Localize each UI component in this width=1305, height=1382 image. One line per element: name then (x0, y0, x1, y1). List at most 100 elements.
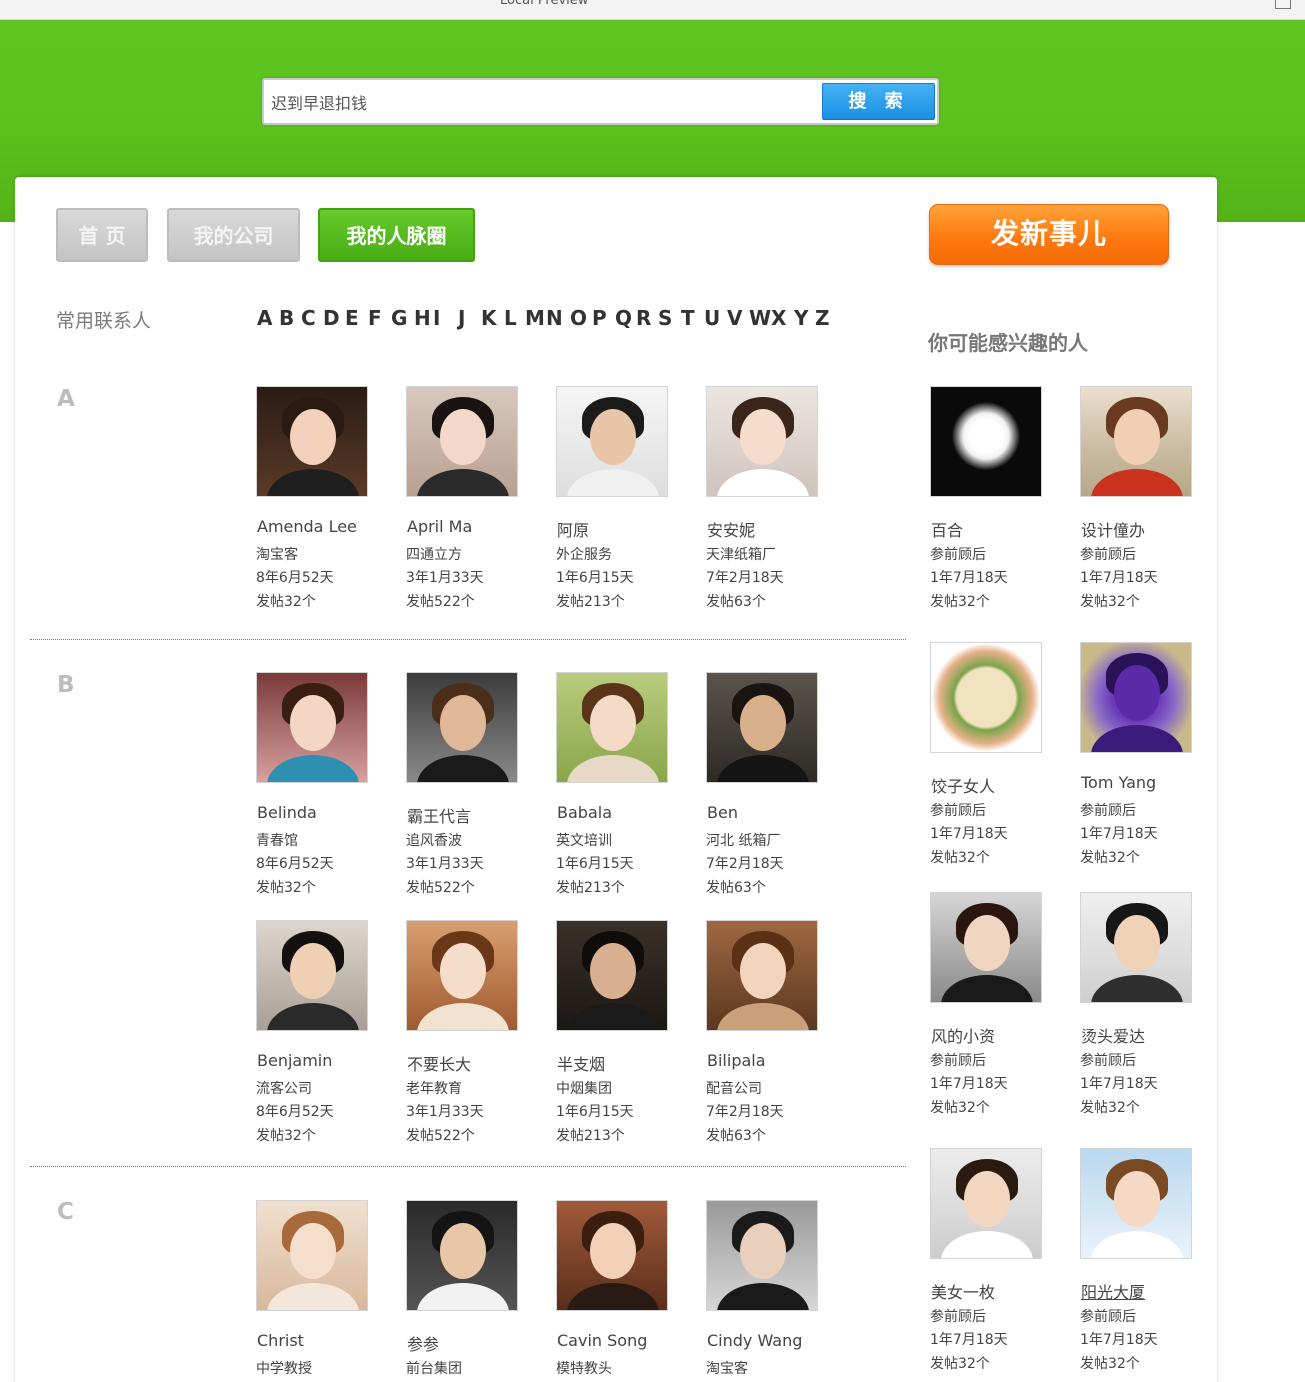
alphabet-letter-e[interactable]: E (345, 306, 359, 330)
nav-company-button[interactable]: 我的公司 (167, 208, 300, 262)
search-button[interactable]: 搜 索 (822, 83, 935, 120)
alphabet-letter-t[interactable]: T (681, 306, 695, 330)
avatar[interactable] (1080, 386, 1192, 497)
contact-company: 青春馆 (256, 833, 298, 849)
contact-name[interactable]: Ben (707, 803, 738, 822)
alphabet-letter-z[interactable]: Z (815, 306, 830, 330)
group-divider (30, 639, 906, 640)
alphabet-letter-d[interactable]: D (323, 306, 340, 330)
search-input[interactable] (266, 82, 818, 121)
contact-name[interactable]: 不要长大 (407, 1051, 471, 1075)
alphabet-letter-r[interactable]: R (636, 306, 651, 330)
avatar[interactable] (1080, 1148, 1192, 1259)
avatar-face (740, 409, 786, 465)
alphabet-letter-v[interactable]: V (727, 306, 742, 330)
avatar[interactable] (930, 642, 1042, 753)
alphabet-letter-s[interactable]: S (658, 306, 672, 330)
alphabet-letter-n[interactable]: N (546, 306, 563, 330)
avatar[interactable] (256, 672, 368, 783)
alphabet-letter-m[interactable]: M (525, 306, 545, 330)
alphabet-letter-g[interactable]: G (391, 306, 407, 330)
contact-name[interactable]: 安安妮 (707, 517, 755, 541)
recommend-role: 参前顾后 (1080, 1053, 1136, 1069)
nav-home-button[interactable]: 首 页 (56, 208, 148, 262)
avatar[interactable] (406, 672, 518, 783)
contact-posts: 发帖63个 (706, 880, 766, 896)
avatar[interactable] (706, 920, 818, 1031)
avatar-face (290, 409, 336, 465)
contact-name[interactable]: 参参 (407, 1331, 439, 1355)
avatar[interactable] (556, 920, 668, 1031)
avatar[interactable] (1080, 892, 1192, 1003)
avatar-face (440, 1223, 486, 1279)
alphabet-letter-q[interactable]: Q (615, 306, 632, 330)
contact-name[interactable]: Benjamin (257, 1051, 332, 1070)
avatar[interactable] (556, 672, 668, 783)
alphabet-letter-k[interactable]: K (481, 306, 497, 330)
avatar[interactable] (1080, 642, 1192, 753)
recommend-name[interactable]: 百合 (931, 517, 963, 541)
contact-name[interactable]: 阿原 (557, 517, 589, 541)
alphabet-letter-x[interactable]: X (771, 306, 786, 330)
contact-name[interactable]: Cindy Wang (707, 1331, 802, 1350)
avatar-face (1114, 1171, 1160, 1227)
alphabet-letter-p[interactable]: P (592, 306, 607, 330)
alphabet-letter-w[interactable]: W (749, 306, 771, 330)
recommend-role: 参前顾后 (1080, 1309, 1136, 1325)
avatar[interactable] (406, 386, 518, 497)
contact-name[interactable]: Cavin Song (557, 1331, 647, 1350)
alphabet-letter-f[interactable]: F (368, 306, 382, 330)
avatar-face (290, 943, 336, 999)
recommend-posts: 发帖32个 (930, 1100, 990, 1116)
avatar[interactable] (556, 1200, 668, 1311)
recommend-role: 参前顾后 (930, 1309, 986, 1325)
alphabet-letter-a[interactable]: A (257, 306, 272, 330)
avatar[interactable] (706, 386, 818, 497)
window-menu-icon[interactable] (1275, 0, 1291, 9)
nav-network-button[interactable]: 我的人脉圈 (318, 208, 475, 262)
recommend-name[interactable]: 设计僮办 (1081, 517, 1145, 541)
avatar[interactable] (406, 1200, 518, 1311)
contact-name[interactable]: Babala (557, 803, 612, 822)
alphabet-letter-j[interactable]: J (458, 306, 465, 330)
avatar[interactable] (406, 920, 518, 1031)
recommend-duration: 1年7月18天 (1080, 1076, 1158, 1092)
alphabet-letter-c[interactable]: C (301, 306, 316, 330)
avatar[interactable] (556, 386, 668, 497)
avatar[interactable] (706, 672, 818, 783)
recommend-name[interactable]: Tom Yang (1081, 773, 1156, 792)
avatar[interactable] (256, 1200, 368, 1311)
contact-name[interactable]: Bilipala (707, 1051, 766, 1070)
recommend-name[interactable]: 阳光大厦 (1081, 1279, 1145, 1303)
contact-name[interactable]: April Ma (407, 517, 472, 536)
recommend-name[interactable]: 风的小资 (931, 1023, 995, 1047)
contact-company: 模特教头 (556, 1361, 612, 1377)
alphabet-letter-i[interactable]: I (433, 306, 440, 330)
avatar[interactable] (256, 386, 368, 497)
recommend-name[interactable]: 美女一枚 (931, 1279, 995, 1303)
alphabet-letter-o[interactable]: O (570, 306, 587, 330)
avatar[interactable] (930, 1148, 1042, 1259)
contact-name[interactable]: Christ (257, 1331, 304, 1350)
alphabet-letter-h[interactable]: H (414, 306, 431, 330)
contact-company: 淘宝客 (256, 547, 298, 563)
recommend-posts: 发帖32个 (930, 594, 990, 610)
alphabet-letter-y[interactable]: Y (794, 306, 808, 330)
avatar[interactable] (930, 892, 1042, 1003)
post-new-button[interactable]: 发新事儿 (929, 204, 1169, 265)
alphabet-letter-l[interactable]: L (504, 306, 517, 330)
avatar[interactable] (256, 920, 368, 1031)
avatar[interactable] (930, 386, 1042, 497)
contact-name[interactable]: 半支烟 (557, 1051, 605, 1075)
recommend-name[interactable]: 饺子女人 (931, 773, 995, 797)
avatar-face (740, 1223, 786, 1279)
recommend-name[interactable]: 烫头爱达 (1081, 1023, 1145, 1047)
contact-name[interactable]: Amenda Lee (257, 517, 357, 536)
contact-posts: 发帖32个 (256, 1128, 316, 1144)
contact-name[interactable]: Belinda (257, 803, 317, 822)
alphabet-letter-b[interactable]: B (279, 306, 294, 330)
contact-duration: 7年2月18天 (706, 1104, 784, 1120)
alphabet-letter-u[interactable]: U (704, 306, 720, 330)
contact-name[interactable]: 霸王代言 (407, 803, 471, 827)
avatar[interactable] (706, 1200, 818, 1311)
